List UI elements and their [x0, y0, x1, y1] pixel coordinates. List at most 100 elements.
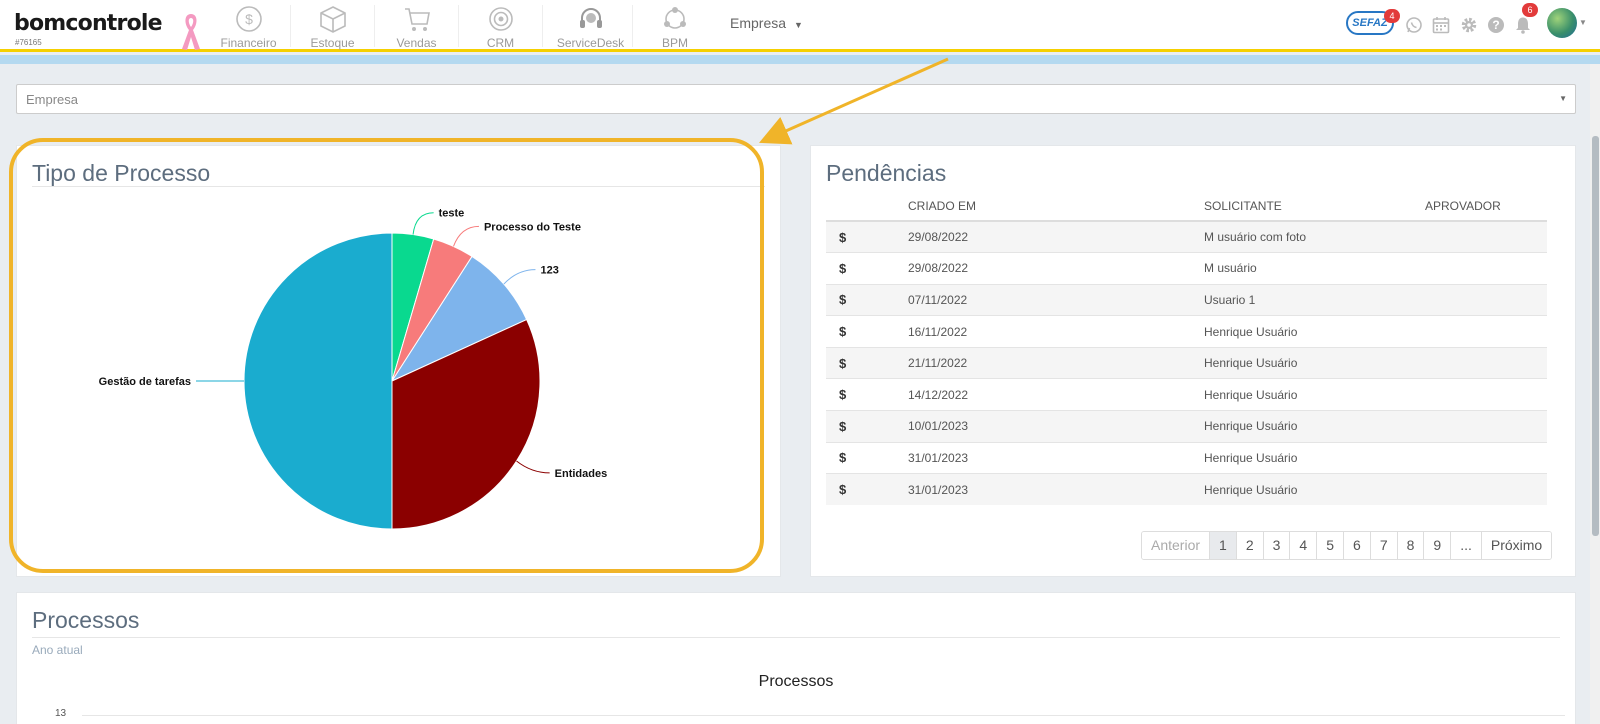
pagination-page-5[interactable]: 5 — [1316, 532, 1344, 559]
processos-panel: Processos Ano atual Processos 13 — [16, 592, 1576, 724]
nav-servicedesk-label: ServiceDesk — [556, 36, 625, 50]
scrollbar-thumb[interactable] — [1592, 136, 1599, 536]
row-dollar-icon: $ — [826, 315, 908, 348]
row-created-date: 10/01/2023 — [908, 410, 1204, 443]
row-created-date: 31/01/2023 — [908, 473, 1204, 506]
sefaz-label: SEFAZ — [1352, 17, 1388, 29]
table-row[interactable]: $14/12/2022 Henrique Usuário — [826, 378, 1547, 411]
pie-label-1: Processo do Teste — [484, 221, 581, 233]
row-created-date: 14/12/2022 — [908, 378, 1204, 411]
pendencias-title: Pendências — [826, 160, 947, 186]
processos-subtitle: Ano atual — [32, 643, 83, 657]
row-approver — [1425, 410, 1547, 443]
table-row[interactable]: $21/11/2022 Henrique Usuário — [826, 346, 1547, 379]
nav-financeiro-label: Financeiro — [220, 36, 277, 50]
nav-vendas[interactable]: Vendas — [375, 5, 459, 50]
pie-connector-2 — [503, 269, 536, 285]
pie-label-2: 123 — [540, 265, 558, 277]
row-dollar-icon: $ — [826, 220, 908, 253]
tipo-processo-panel: Tipo de Processo teste Processo do Teste 1… — [16, 145, 781, 577]
navbar-strip — [0, 55, 1600, 64]
row-created-date: 31/01/2023 — [908, 441, 1204, 474]
row-requester: Henrique Usuário — [1204, 441, 1425, 474]
chevron-down-icon[interactable]: ▼ — [1579, 18, 1587, 27]
pagination-page-8[interactable]: 8 — [1396, 532, 1424, 559]
company-menu[interactable]: Empresa ▼ — [730, 15, 803, 31]
svg-text:$: $ — [245, 11, 253, 27]
processos-chart-title: Processos — [758, 673, 834, 690]
pagination-page-3[interactable]: 3 — [1262, 532, 1290, 559]
network-icon — [664, 7, 686, 29]
table-header-row: CRIADO EM SOLICITANTE APROVADOR — [826, 191, 1547, 222]
pagination-previous[interactable]: Anterior — [1142, 532, 1210, 559]
column-header-icon — [826, 191, 908, 222]
row-dollar-icon: $ — [826, 473, 908, 506]
row-approver — [1425, 283, 1547, 316]
calendar-icon[interactable] — [1432, 16, 1450, 34]
column-header-solicitante[interactable]: SOLICITANTE — [1204, 191, 1425, 222]
row-dollar-icon: $ — [826, 252, 908, 285]
pagination-page-6[interactable]: 6 — [1343, 532, 1370, 559]
target-icon — [488, 7, 513, 31]
row-approver — [1425, 473, 1547, 506]
row-requester: M usuário com foto — [1204, 220, 1425, 253]
row-requester: Henrique Usuário — [1204, 378, 1425, 411]
pagination-page-2[interactable]: 2 — [1235, 532, 1263, 559]
help-icon[interactable]: ? — [1487, 16, 1505, 34]
tipo-processo-pie-chart: teste Processo do Teste 123 Entidades Gestão… — [99, 208, 607, 530]
bell-icon[interactable] — [1514, 16, 1532, 34]
row-created-date: 16/11/2022 — [908, 315, 1204, 348]
pagination-ellipsis[interactable]: ... — [1450, 532, 1481, 559]
nav-vendas-label: Vendas — [396, 36, 437, 50]
headset-icon — [579, 8, 602, 28]
pagination: Anterior 1 2 3 4 5 6 7 8 9 ... Próximo — [1141, 531, 1553, 560]
nav-bpm[interactable]: BPM — [633, 5, 717, 50]
logo-text: bomcontrole — [14, 11, 163, 36]
notifications-badge: 6 — [1522, 3, 1538, 17]
processos-title: Processos — [32, 607, 140, 633]
table-row[interactable]: $07/11/2022 Usuario 1 — [826, 283, 1547, 316]
column-header-aprovador[interactable]: APROVADOR — [1425, 191, 1547, 222]
nav-servicedesk[interactable]: ServiceDesk — [549, 5, 633, 50]
table-row[interactable]: $31/01/2023 Henrique Usuário — [826, 473, 1547, 506]
chart-gridline — [82, 715, 1565, 716]
row-created-date: 29/08/2022 — [908, 252, 1204, 285]
row-approver — [1425, 346, 1547, 379]
row-dollar-icon: $ — [826, 441, 908, 474]
row-dollar-icon: $ — [826, 283, 908, 316]
row-created-date: 07/11/2022 — [908, 283, 1204, 316]
avatar[interactable] — [1547, 8, 1577, 38]
dollar-coin-icon: $ — [235, 6, 262, 32]
table-row[interactable]: $29/08/2022 M usuário — [826, 252, 1547, 285]
pagination-page-9[interactable]: 9 — [1423, 532, 1451, 559]
row-dollar-icon: $ — [826, 346, 908, 379]
column-header-criado-em[interactable]: CRIADO EM — [908, 191, 1204, 222]
brand-logo[interactable]: bomcontrole #76165 — [14, 11, 163, 47]
pie-label-0: teste — [439, 208, 465, 220]
pie-label-4: Gestão de tarefas — [99, 376, 191, 388]
table-row[interactable]: $31/01/2023 Henrique Usuário — [826, 441, 1547, 474]
row-created-date: 21/11/2022 — [908, 346, 1204, 379]
nav-estoque-label: Estoque — [310, 36, 355, 50]
nav-financeiro[interactable]: $ Financeiro — [207, 5, 291, 50]
pagination-page-1[interactable]: 1 — [1209, 532, 1236, 559]
row-requester: Usuario 1 — [1204, 283, 1425, 316]
table-row[interactable]: $29/08/2022 M usuário com foto — [826, 220, 1547, 253]
pagination-page-4[interactable]: 4 — [1289, 532, 1317, 559]
nav-crm[interactable]: CRM — [459, 5, 543, 50]
box-icon — [319, 6, 346, 33]
y-axis-tick: 13 — [55, 708, 67, 719]
row-requester: Henrique Usuário — [1204, 473, 1425, 506]
table-row[interactable]: $16/11/2022 Henrique Usuário — [826, 315, 1547, 348]
caret-down-icon: ▼ — [794, 20, 803, 30]
table-row[interactable]: $10/01/2023 Henrique Usuário — [826, 410, 1547, 443]
company-select[interactable]: Empresa ▼ — [16, 84, 1576, 114]
pagination-page-7[interactable]: 7 — [1369, 532, 1397, 559]
pie-slice-4[interactable] — [243, 232, 393, 530]
row-approver — [1425, 441, 1547, 474]
row-dollar-icon: $ — [826, 410, 908, 443]
gear-icon[interactable] — [1460, 16, 1478, 34]
pagination-next[interactable]: Próximo — [1480, 532, 1552, 559]
nav-estoque[interactable]: Estoque — [291, 5, 375, 50]
whatsapp-icon[interactable] — [1405, 16, 1423, 34]
